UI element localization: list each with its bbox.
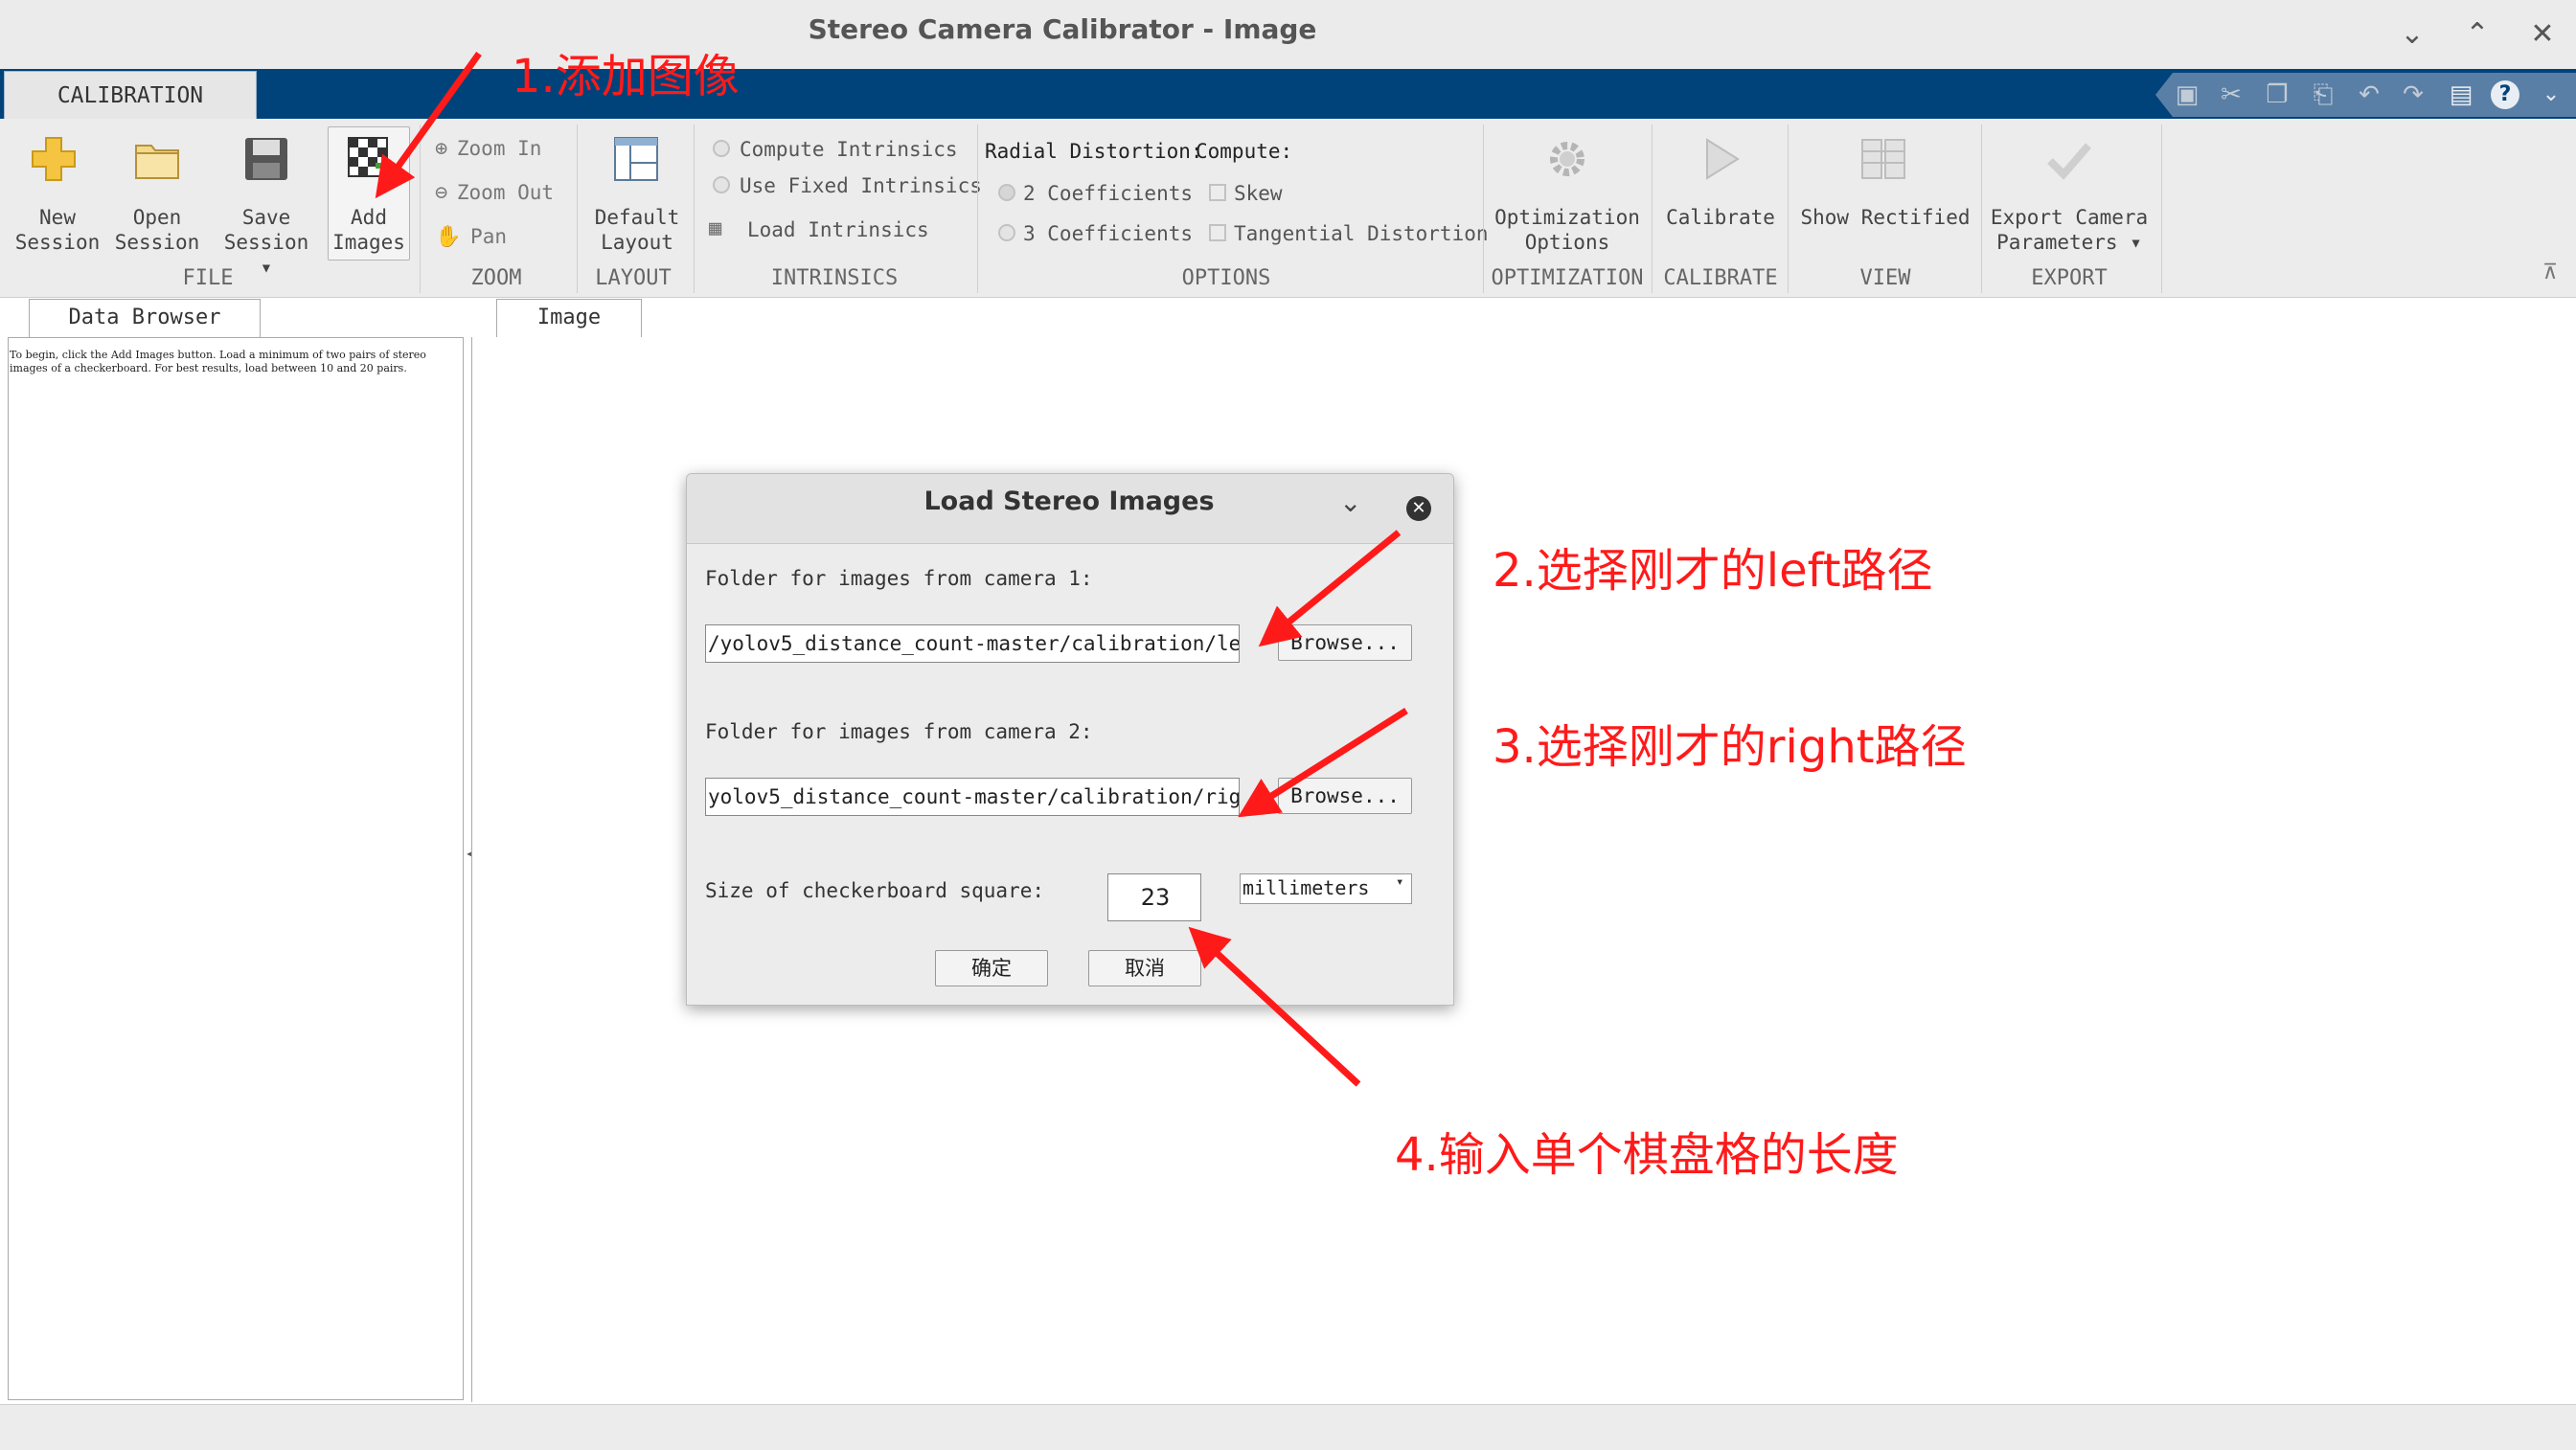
arrow-step1 bbox=[375, 51, 482, 199]
arrow-step4 bbox=[1188, 926, 1361, 1087]
arrow-step3 bbox=[1238, 708, 1408, 818]
annotation-arrows bbox=[375, 51, 1408, 1087]
arrow-step2 bbox=[1258, 530, 1402, 647]
